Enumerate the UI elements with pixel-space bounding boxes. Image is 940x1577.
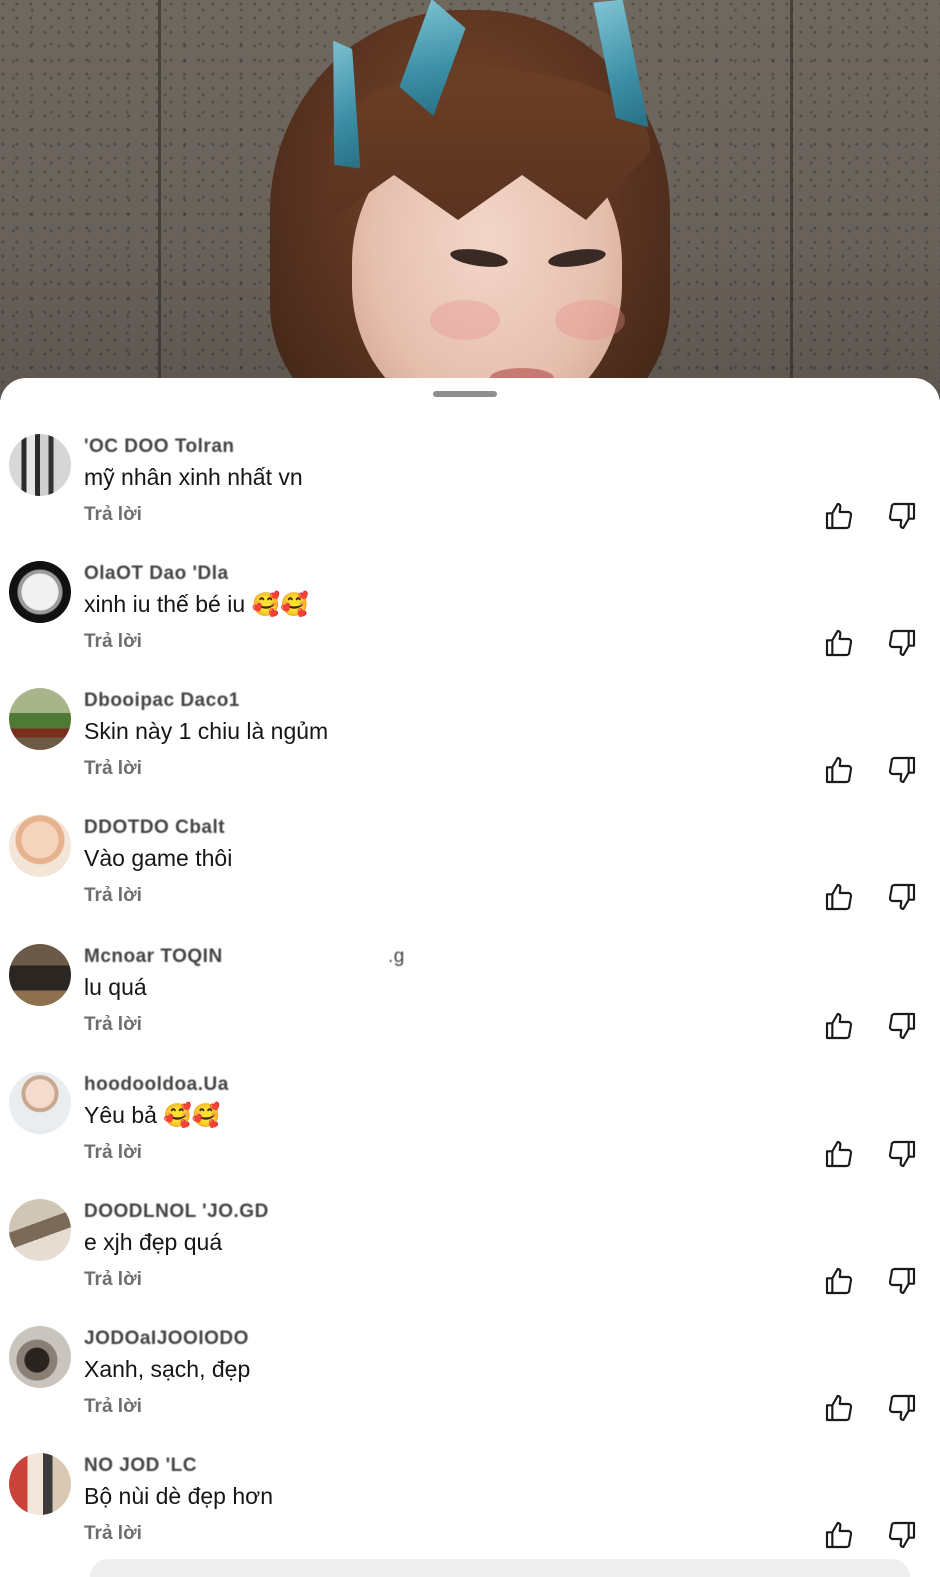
- comment-username[interactable]: Dbooipac Daco1: [84, 690, 240, 712]
- thumbs-up-icon: [825, 1012, 853, 1040]
- comment-username[interactable]: hoodooldoa.Ua: [84, 1074, 229, 1096]
- thumbs-down-icon: [888, 502, 916, 530]
- comment-item: hoodooldoa.Ua Yêu bả 🥰🥰 Trả lời: [0, 1072, 940, 1199]
- comment-text: mỹ nhân xinh nhất vn: [84, 464, 303, 490]
- video-person-blush: [555, 300, 625, 340]
- dislike-button[interactable]: [886, 1010, 918, 1042]
- like-button[interactable]: [823, 1265, 855, 1297]
- like-button[interactable]: [823, 627, 855, 659]
- avatar[interactable]: [9, 944, 71, 1006]
- thumbs-down-icon: [888, 883, 916, 911]
- reply-button[interactable]: Trả lời: [84, 504, 142, 526]
- reply-button[interactable]: Trả lời: [84, 1523, 142, 1545]
- thumbs-down-icon: [888, 1521, 916, 1549]
- like-button[interactable]: [823, 1392, 855, 1424]
- wall-panel-line: [158, 0, 161, 400]
- comment-text: lu quá: [84, 974, 147, 1000]
- comment-item: 'OC DOO Tolran mỹ nhân xinh nhất vn Trả …: [0, 434, 940, 561]
- thumbs-down-icon: [888, 1012, 916, 1040]
- comment-item: OlaOT Dao 'Dla xinh iu thế bé iu 🥰🥰 Trả …: [0, 561, 940, 688]
- thumbs-up-icon: [825, 756, 853, 784]
- avatar[interactable]: [9, 561, 71, 623]
- comment-username-suffix: .g: [388, 946, 405, 967]
- comment-username[interactable]: 'OC DOO Tolran: [84, 436, 235, 458]
- thumbs-up-icon: [825, 1521, 853, 1549]
- comment-input-bar[interactable]: [90, 1559, 910, 1577]
- avatar[interactable]: [9, 815, 71, 877]
- thumbs-up-icon: [825, 1267, 853, 1295]
- thumbs-up-icon: [825, 1394, 853, 1422]
- thumbs-up-icon: [825, 1140, 853, 1168]
- avatar[interactable]: [9, 1072, 71, 1134]
- comment-text: Yêu bả 🥰🥰: [84, 1102, 221, 1128]
- thumbs-up-icon: [825, 629, 853, 657]
- sheet-drag-handle[interactable]: [433, 391, 497, 397]
- thumbs-up-icon: [825, 502, 853, 530]
- comment-username[interactable]: DOODLNOL 'JO.GD: [84, 1201, 269, 1223]
- reply-button[interactable]: Trả lời: [84, 1142, 142, 1164]
- like-button[interactable]: [823, 1010, 855, 1042]
- thumbs-down-icon: [888, 756, 916, 784]
- reply-button[interactable]: Trả lời: [84, 631, 142, 653]
- thumbs-down-icon: [888, 1140, 916, 1168]
- comment-text: Vào game thôi: [84, 845, 233, 871]
- thumbs-down-icon: [888, 1267, 916, 1295]
- comment-item: DOODLNOL 'JO.GD e xjh đẹp quá Trả lời: [0, 1199, 940, 1326]
- comment-item: JODOaIJOOIODO Xanh, sạch, đẹp Trả lời: [0, 1326, 940, 1453]
- like-button[interactable]: [823, 881, 855, 913]
- comment-item: Dbooipac Daco1 Skin này 1 chiu là ngủm T…: [0, 688, 940, 815]
- comment-text: Bộ nùi dè đẹp hơn: [84, 1483, 274, 1509]
- comment-item: Mcnoar TOQIN .g lu quá Trả lời: [0, 944, 940, 1071]
- comment-text: Skin này 1 chiu là ngủm: [84, 718, 329, 744]
- avatar[interactable]: [9, 1326, 71, 1388]
- dislike-button[interactable]: [886, 881, 918, 913]
- comment-text: xinh iu thế bé iu 🥰🥰: [84, 591, 309, 617]
- comment-username[interactable]: DDOTDO Cbalt: [84, 817, 225, 839]
- reply-button[interactable]: Trả lời: [84, 1396, 142, 1418]
- reply-button[interactable]: Trả lời: [84, 1014, 142, 1036]
- like-button[interactable]: [823, 754, 855, 786]
- avatar[interactable]: [9, 1453, 71, 1515]
- avatar[interactable]: [9, 688, 71, 750]
- reply-button[interactable]: Trả lời: [84, 758, 142, 780]
- comment-username[interactable]: JODOaIJOOIODO: [84, 1328, 249, 1350]
- dislike-button[interactable]: [886, 1519, 918, 1551]
- dislike-button[interactable]: [886, 500, 918, 532]
- reply-button[interactable]: Trả lời: [84, 1269, 142, 1291]
- comment-username[interactable]: NO JOD 'LC: [84, 1455, 197, 1477]
- like-button[interactable]: [823, 500, 855, 532]
- comment-item: DDOTDO Cbalt Vào game thôi Trả lời: [0, 815, 940, 942]
- thumbs-down-icon: [888, 1394, 916, 1422]
- wall-panel-line: [790, 0, 793, 400]
- dislike-button[interactable]: [886, 754, 918, 786]
- thumbs-up-icon: [825, 883, 853, 911]
- avatar[interactable]: [9, 434, 71, 496]
- comment-username[interactable]: Mcnoar TOQIN: [84, 946, 223, 968]
- thumbs-down-icon: [888, 629, 916, 657]
- like-button[interactable]: [823, 1519, 855, 1551]
- reply-button[interactable]: Trả lời: [84, 885, 142, 907]
- like-button[interactable]: [823, 1138, 855, 1170]
- comment-text: Xanh, sạch, đẹp: [84, 1356, 251, 1382]
- dislike-button[interactable]: [886, 1265, 918, 1297]
- dislike-button[interactable]: [886, 1138, 918, 1170]
- video-frame[interactable]: [0, 0, 940, 400]
- dislike-button[interactable]: [886, 627, 918, 659]
- avatar[interactable]: [9, 1199, 71, 1261]
- comment-text: e xjh đẹp quá: [84, 1229, 223, 1255]
- comments-sheet: 'OC DOO Tolran mỹ nhân xinh nhất vn Trả …: [0, 378, 940, 1577]
- video-person-blush: [430, 300, 500, 340]
- comment-username[interactable]: OlaOT Dao 'Dla: [84, 563, 229, 585]
- dislike-button[interactable]: [886, 1392, 918, 1424]
